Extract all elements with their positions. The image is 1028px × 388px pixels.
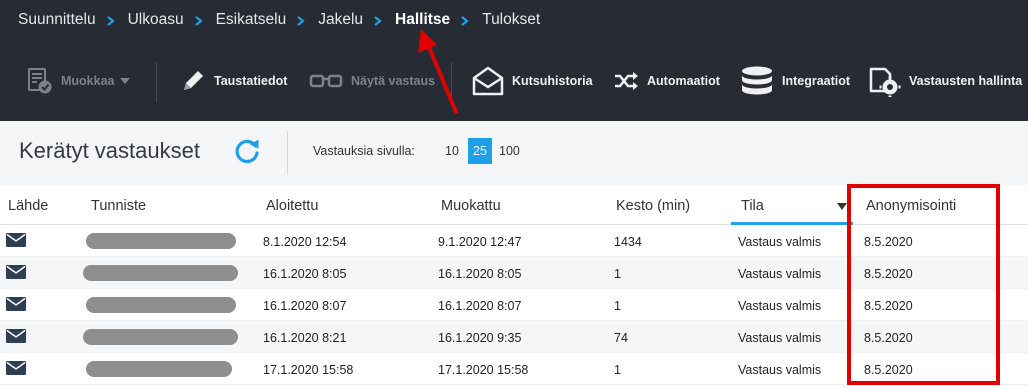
cell-status: Vastaus valmis — [738, 267, 822, 281]
redacted-id — [86, 361, 232, 377]
cell-anonymization: 8.5.2020 — [864, 235, 913, 249]
envelope-icon[interactable] — [6, 233, 26, 247]
cell-status: Vastaus valmis — [738, 331, 822, 345]
per-page-option-25[interactable]: 25 — [468, 138, 492, 164]
results-header: Kerätyt vastaukset Vastauksia sivulla: 1… — [0, 121, 1028, 185]
table-row[interactable]: 16.1.2020 8:07 16.1.2020 8:07 1 Vastaus val… — [0, 289, 1028, 321]
column-header-modified[interactable]: Muokattu — [441, 198, 501, 214]
cell-started: 16.1.2020 8:21 — [263, 331, 347, 345]
invitation-history-label: Kutsuhistoria — [512, 74, 593, 88]
column-header-id[interactable]: Tunniste — [91, 198, 146, 214]
cell-started: 16.1.2020 8:05 — [263, 267, 347, 281]
invitation-history-button[interactable]: Kutsuhistoria — [472, 58, 593, 104]
redacted-id — [83, 329, 238, 345]
cell-started: 8.1.2020 12:54 — [263, 235, 347, 249]
cell-status: Vastaus valmis — [738, 299, 822, 313]
envelope-icon[interactable] — [6, 361, 26, 375]
column-header-started[interactable]: Aloitettu — [266, 198, 318, 214]
per-page-option-100[interactable]: 100 — [499, 138, 520, 164]
responses-table: Lähde Tunniste Aloitettu Muokattu Kesto … — [0, 185, 1028, 385]
cell-modified: 9.1.2020 12:47 — [438, 235, 522, 249]
table-row[interactable]: 8.1.2020 12:54 9.1.2020 12:47 1434 Vastaus … — [0, 225, 1028, 257]
glasses-icon — [309, 74, 343, 88]
per-page-option-10[interactable]: 10 — [445, 138, 459, 164]
pencil-icon — [184, 71, 203, 90]
chevron-right-icon — [296, 15, 305, 26]
cell-started: 16.1.2020 8:07 — [263, 299, 347, 313]
redacted-id — [83, 265, 238, 281]
automations-button[interactable]: Automaatiot — [613, 58, 720, 104]
cell-duration: 1 — [614, 363, 621, 377]
refresh-icon[interactable] — [233, 137, 261, 165]
table-body: 8.1.2020 12:54 9.1.2020 12:47 1434 Vastaus … — [0, 225, 1028, 385]
background-info-label: Taustatiedot — [214, 74, 288, 88]
chevron-right-icon — [460, 15, 469, 26]
cell-anonymization: 8.5.2020 — [864, 299, 913, 313]
envelope-icon[interactable] — [6, 329, 26, 343]
edit-button-label: Muokkaa — [61, 74, 115, 88]
per-page-label: Vastauksia sivulla: — [313, 144, 415, 158]
database-icon — [742, 66, 772, 95]
edit-document-icon — [28, 68, 52, 94]
envelope-icon[interactable] — [6, 265, 26, 279]
table-row[interactable]: 16.1.2020 8:05 16.1.2020 8:05 1 Vastaus val… — [0, 257, 1028, 289]
automations-label: Automaatiot — [647, 74, 720, 88]
background-info-button[interactable]: Taustatiedot — [180, 58, 287, 104]
table-header: Lähde Tunniste Aloitettu Muokattu Kesto … — [0, 185, 1028, 225]
redacted-id — [86, 297, 236, 313]
toolbar: Muokkaa Taustatiedot Näytä vastaus Kutsu… — [0, 58, 1028, 104]
cell-started: 17.1.2020 15:58 — [263, 363, 354, 377]
document-gear-icon — [869, 67, 901, 97]
integrations-button[interactable]: Integraatiot — [740, 58, 850, 104]
cell-duration: 74 — [614, 331, 628, 345]
column-header-anonymization[interactable]: Anonymisointi — [866, 198, 956, 214]
breadcrumb-item-esikatselu[interactable]: Esikatselu — [216, 11, 287, 29]
breadcrumb: Suunnittelu Ulkoasu Esikatselu Jakelu Hallit… — [18, 10, 540, 30]
chevron-right-icon — [106, 15, 115, 26]
cell-status: Vastaus valmis — [738, 235, 822, 249]
page-title: Kerätyt vastaukset — [19, 138, 200, 163]
sort-descending-icon — [837, 203, 847, 210]
breadcrumb-item-jakelu[interactable]: Jakelu — [318, 11, 363, 29]
cell-anonymization: 8.5.2020 — [864, 331, 913, 345]
cell-duration: 1434 — [614, 235, 642, 249]
table-row[interactable]: 17.1.2020 15:58 17.1.2020 15:58 1 Vastaus v… — [0, 353, 1028, 385]
cell-modified: 17.1.2020 15:58 — [438, 363, 529, 377]
header-divider — [287, 131, 288, 175]
cell-anonymization: 8.5.2020 — [864, 363, 913, 377]
breadcrumb-item-ulkoasu[interactable]: Ulkoasu — [128, 11, 184, 29]
cell-modified: 16.1.2020 8:05 — [438, 267, 522, 281]
cell-duration: 1 — [614, 299, 621, 313]
column-header-duration[interactable]: Kesto (min) — [616, 198, 690, 214]
toolbar-divider — [156, 62, 157, 102]
breadcrumb-item-hallitse[interactable]: Hallitse — [395, 11, 450, 29]
chevron-right-icon — [194, 15, 203, 26]
toolbar-divider — [451, 62, 452, 102]
table-row[interactable]: 16.1.2020 8:21 16.1.2020 9:35 74 Vastaus va… — [0, 321, 1028, 353]
envelope-icon[interactable] — [6, 297, 26, 311]
show-answer-label: Näytä vastaus — [351, 74, 436, 88]
integrations-label: Integraatiot — [782, 74, 851, 88]
dropdown-caret-icon — [119, 78, 130, 84]
cell-duration: 1 — [614, 267, 621, 281]
chevron-right-icon — [373, 15, 382, 26]
shuffle-icon — [615, 72, 638, 90]
envelope-open-icon — [472, 66, 504, 96]
response-management-label: Vastausten hallinta — [909, 74, 1023, 88]
response-management-button[interactable]: Vastausten hallinta — [867, 58, 1022, 104]
breadcrumb-item-tulokset[interactable]: Tulokset — [482, 11, 540, 29]
top-navigation-bar: Suunnittelu Ulkoasu Esikatselu Jakelu Hallit… — [0, 0, 1028, 121]
edit-button[interactable]: Muokkaa — [27, 58, 131, 104]
cell-modified: 16.1.2020 9:35 — [438, 331, 522, 345]
cell-anonymization: 8.5.2020 — [864, 267, 913, 281]
cell-status: Vastaus valmis — [738, 363, 822, 377]
breadcrumb-item-suunnittelu[interactable]: Suunnittelu — [18, 11, 96, 29]
column-header-source[interactable]: Lähde — [8, 198, 48, 214]
show-answer-button[interactable]: Näytä vastaus — [309, 58, 435, 104]
column-header-status[interactable]: Tila — [741, 198, 764, 214]
redacted-id — [86, 233, 236, 249]
cell-modified: 16.1.2020 8:07 — [438, 299, 522, 313]
